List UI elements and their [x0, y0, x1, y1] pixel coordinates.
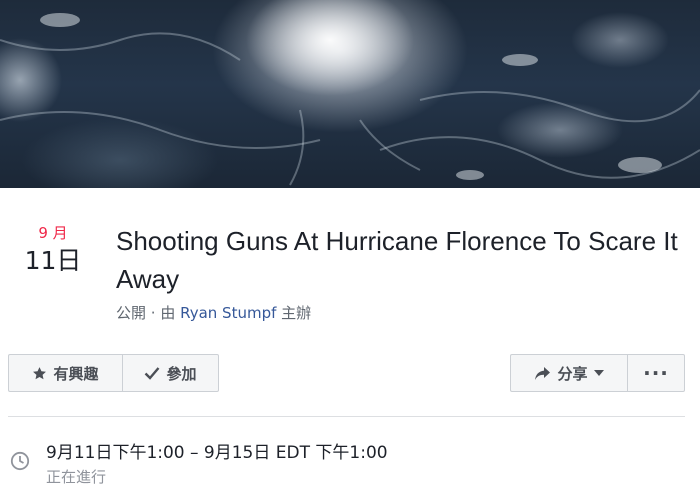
interested-button[interactable]: 有興趣 — [8, 354, 122, 392]
share-arrow-icon — [535, 366, 551, 380]
star-icon — [33, 366, 47, 379]
join-button[interactable]: 參加 — [122, 354, 219, 392]
hosted-by-prefix: 由 — [160, 304, 181, 322]
share-label: 分享 — [557, 364, 588, 383]
share-button[interactable]: 分享 — [510, 354, 627, 392]
host-link[interactable]: Ryan Stumpf — [180, 304, 276, 322]
event-month: 9 月 — [38, 224, 68, 242]
hurricane-satellite-image — [0, 13, 700, 186]
event-status: 正在進行 — [46, 468, 107, 486]
event-meta: 公開 · 由 Ryan Stumpf 主辦 — [116, 302, 311, 323]
hosted-by-suffix: 主辦 — [276, 304, 312, 322]
more-options-button[interactable]: ··· — [627, 354, 685, 392]
event-day: 11日 — [24, 246, 82, 275]
event-date: 9 月 11日 — [18, 222, 88, 278]
join-label: 參加 — [166, 364, 197, 383]
clock-icon — [10, 451, 30, 475]
meta-separator: · — [146, 304, 161, 322]
interested-label: 有興趣 — [53, 364, 99, 383]
caret-down-icon — [593, 370, 604, 376]
more-icon: ··· — [643, 361, 669, 385]
privacy-label: 公開 — [116, 304, 147, 322]
cover-photo[interactable] — [0, 0, 700, 188]
checkmark-icon — [145, 367, 160, 380]
section-divider — [8, 416, 685, 417]
event-time: 9月11日下午1:00 – 9月15日 EDT 下午1:00 — [46, 443, 388, 463]
event-title: Shooting Guns At Hurricane Florence To S… — [116, 226, 678, 294]
